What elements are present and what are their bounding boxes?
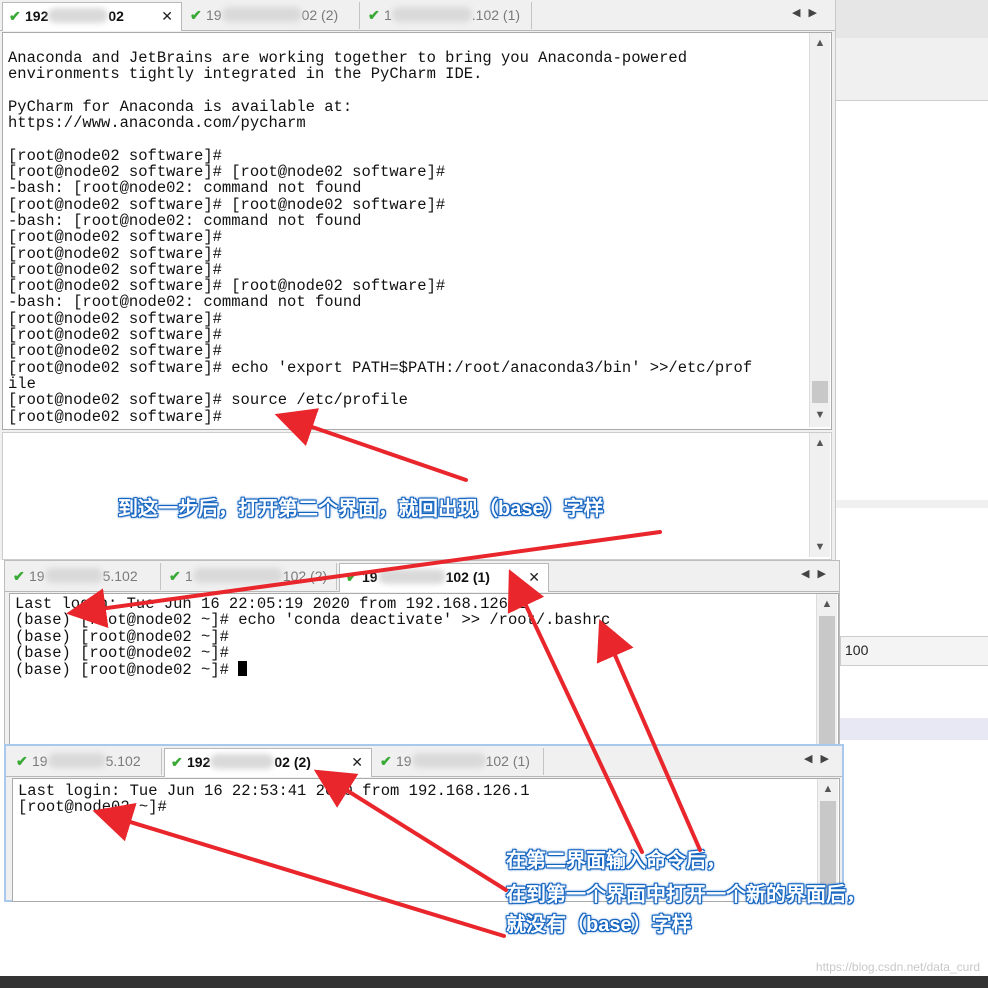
terminal-line: Last login: Tue Jun 16 22:53:41 2020 fro… bbox=[18, 783, 530, 800]
masked-ip bbox=[391, 7, 472, 22]
masked-ip bbox=[48, 8, 109, 23]
tab-bar-3: ✔ 19 5.102 ✔ 192 02 (2) ✕ ✔ 19 102 (1) ◀▶ bbox=[6, 746, 842, 777]
terminal-window-1: ✔ 192 02 ✕ ✔ 19 02 (2) ✔ 1.102 (1) ◀▶ Anac… bbox=[0, 0, 836, 560]
tab-bar-1: ✔ 192 02 ✕ ✔ 19 02 (2) ✔ 1.102 (1) ◀▶ bbox=[0, 0, 835, 31]
tab-scroll-arrows-icon[interactable]: ◀▶ bbox=[792, 6, 825, 19]
text-cursor bbox=[238, 661, 248, 677]
terminal-line: [root@node02 software]# [root@node02 sof… bbox=[8, 277, 446, 296]
terminal-line: (base) [root@node02 ~]# bbox=[15, 627, 229, 646]
tab-session-1[interactable]: ✔ 19 102 (1) ✕ bbox=[339, 563, 549, 592]
connected-check-icon: ✔ bbox=[16, 753, 28, 769]
scrollbar-thumb[interactable] bbox=[812, 381, 828, 403]
tab-scroll-arrows-icon[interactable]: ◀▶ bbox=[801, 567, 834, 580]
masked-ip bbox=[47, 753, 106, 768]
tab-session-2[interactable]: ✔ 1 102 (2) bbox=[163, 563, 337, 590]
terminal-line: [root@node02 software]# bbox=[8, 407, 222, 426]
background-window-toolbar bbox=[836, 38, 988, 101]
background-window-selection bbox=[840, 718, 988, 740]
connected-check-icon: ✔ bbox=[13, 568, 25, 584]
scroll-up-icon[interactable]: ▲ bbox=[817, 598, 837, 610]
terminal-line: [root@node02 software]# bbox=[8, 309, 222, 328]
vertical-scrollbar-empty[interactable]: ▲ ▼ bbox=[809, 433, 830, 557]
tab-bar-2: ✔ 19 5.102 ✔ 1 102 (2) ✔ 19 102 (1) ✕ ◀▶ bbox=[5, 561, 839, 592]
scroll-up-icon[interactable]: ▲ bbox=[810, 37, 830, 49]
tab-session-main[interactable]: ✔ 19 5.102 bbox=[7, 563, 161, 590]
annotation-note-3: 在到第一个界面中打开一个新的界面后， bbox=[506, 884, 866, 906]
terminal-line: (base) [root@node02 ~]# bbox=[15, 643, 229, 662]
masked-ip bbox=[221, 7, 302, 22]
terminal-line: [root@node02 software]# bbox=[8, 244, 222, 263]
terminal-line: https://www.anaconda.com/pycharm bbox=[8, 114, 306, 133]
terminal-line: (base) [root@node02 ~]# echo 'conda deac… bbox=[15, 611, 611, 630]
masked-ip bbox=[192, 568, 283, 583]
connected-check-icon: ✔ bbox=[171, 754, 183, 770]
connected-check-icon: ✔ bbox=[169, 568, 181, 584]
vertical-scrollbar-2[interactable]: ▲ bbox=[816, 594, 837, 748]
terminal-line: [root@node02 software]# [root@node02 sof… bbox=[8, 195, 446, 214]
terminal-window-3: ✔ 19 5.102 ✔ 192 02 (2) ✕ ✔ 19 102 (1) ◀▶ L… bbox=[4, 744, 844, 902]
scroll-up-icon[interactable]: ▲ bbox=[810, 437, 830, 449]
background-window-row-label: 100 bbox=[845, 642, 869, 658]
close-tab-icon[interactable]: ✕ bbox=[161, 3, 173, 29]
terminal-line: [root@node02 ~]# bbox=[18, 798, 167, 817]
terminal-window-2: ✔ 19 5.102 ✔ 1 102 (2) ✔ 19 102 (1) ✕ ◀▶ La… bbox=[4, 560, 840, 751]
terminal-line: ile bbox=[8, 374, 36, 393]
background-window-strip bbox=[836, 0, 988, 975]
connected-check-icon: ✔ bbox=[190, 7, 202, 23]
scroll-down-icon[interactable]: ▼ bbox=[810, 409, 830, 421]
terminal-pane-1[interactable]: Anaconda and JetBrains are working toget… bbox=[2, 32, 832, 430]
tab-session-main[interactable]: ✔ 19 5.102 bbox=[10, 748, 162, 775]
terminal-output-2: Last login: Tue Jun 16 22:05:19 2020 fro… bbox=[15, 596, 815, 746]
close-tab-icon[interactable]: ✕ bbox=[528, 564, 540, 590]
terminal-line: -bash: [root@node02: command not found bbox=[8, 211, 362, 230]
tab-session-2[interactable]: ✔ 19 02 (2) bbox=[184, 2, 360, 29]
terminal-line: [root@node02 software]# bbox=[8, 326, 222, 345]
scroll-up-icon[interactable]: ▲ bbox=[818, 783, 838, 795]
terminal-output-3: Last login: Tue Jun 16 22:53:41 2020 fro… bbox=[18, 783, 818, 893]
connected-check-icon: ✔ bbox=[346, 569, 358, 585]
terminal-line: environments tightly integrated in the P… bbox=[8, 65, 483, 84]
terminal-line: [root@node02 software]# source /etc/prof… bbox=[8, 391, 408, 410]
scroll-down-icon[interactable]: ▼ bbox=[810, 541, 830, 553]
annotation-note-2: 在第二界面输入命令后， bbox=[506, 850, 726, 872]
annotation-note-1: 到这一步后，打开第二个界面，就回出现（base）字样 bbox=[118, 498, 604, 520]
taskbar bbox=[0, 976, 988, 988]
terminal-line: [root@node02 software]# bbox=[8, 228, 222, 247]
connected-check-icon: ✔ bbox=[368, 7, 380, 23]
scrollbar-thumb[interactable] bbox=[819, 616, 835, 746]
terminal-line: Last login: Tue Jun 16 22:05:19 2020 fro… bbox=[15, 596, 527, 613]
connected-check-icon: ✔ bbox=[380, 753, 392, 769]
terminal-line: [root@node02 software]# bbox=[8, 146, 222, 165]
terminal-output-1: Anaconda and JetBrains are working toget… bbox=[8, 50, 808, 428]
terminal-line: [root@node02 software]# bbox=[8, 342, 222, 361]
tab-session-1[interactable]: ✔ 19 102 (1) bbox=[374, 748, 544, 775]
terminal-line: [root@node02 software]# echo 'export PAT… bbox=[8, 358, 753, 377]
vertical-scrollbar-1[interactable]: ▲ ▼ bbox=[809, 33, 830, 427]
terminal-line: PyCharm for Anaconda is available at: bbox=[8, 97, 353, 116]
terminal-pane-2[interactable]: Last login: Tue Jun 16 22:05:19 2020 fro… bbox=[9, 593, 839, 751]
terminal-line: -bash: [root@node02: command not found bbox=[8, 179, 362, 198]
terminal-line: Anaconda and JetBrains are working toget… bbox=[8, 50, 688, 67]
masked-ip bbox=[377, 569, 446, 584]
connected-check-icon: ✔ bbox=[9, 8, 21, 24]
terminal-line: [root@node02 software]# bbox=[8, 260, 222, 279]
background-window-row: 100 bbox=[840, 636, 988, 666]
background-window-header bbox=[836, 0, 988, 38]
watermark: https://blog.csdn.net/data_curd bbox=[815, 960, 980, 974]
terminal-line: -bash: [root@node02: command not found bbox=[8, 293, 362, 312]
annotation-note-4: 就没有（base）字样 bbox=[506, 914, 692, 936]
tab-session-main[interactable]: ✔ 192 02 ✕ bbox=[2, 2, 182, 31]
tab-scroll-arrows-icon[interactable]: ◀▶ bbox=[804, 752, 837, 765]
masked-ip bbox=[411, 753, 486, 768]
masked-ip bbox=[44, 568, 103, 583]
tab-session-1[interactable]: ✔ 1.102 (1) bbox=[362, 2, 532, 29]
tab-session-2[interactable]: ✔ 192 02 (2) ✕ bbox=[164, 748, 372, 777]
masked-ip bbox=[210, 754, 275, 769]
terminal-line: (base) [root@node02 ~]# bbox=[15, 661, 815, 678]
close-tab-icon[interactable]: ✕ bbox=[351, 749, 363, 775]
terminal-line: [root@node02 software]# [root@node02 sof… bbox=[8, 163, 446, 182]
background-window-divider bbox=[836, 500, 988, 508]
